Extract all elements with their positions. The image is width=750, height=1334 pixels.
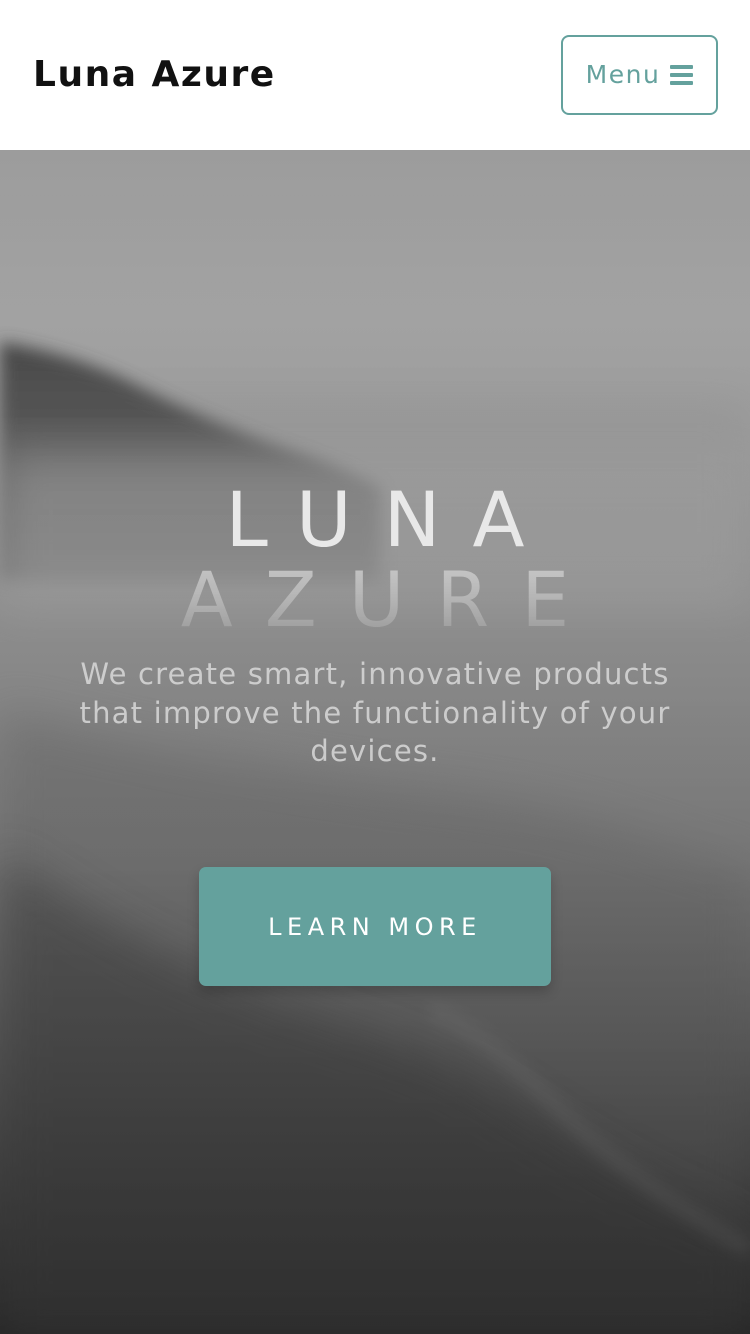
hero-title-line-2: AZURE: [0, 560, 750, 640]
bars-icon: [670, 65, 694, 85]
menu-button[interactable]: Menu: [561, 35, 718, 115]
hero-title-line-1: LUNA: [225, 475, 557, 564]
hero-section: LUNA AZURE We create smart, innovative p…: [0, 150, 750, 1334]
navbar: Luna Azure Menu: [0, 0, 750, 150]
brand-logo[interactable]: Luna Azure: [33, 50, 276, 100]
hero-subtitle: We create smart, innovative products tha…: [79, 657, 671, 768]
learn-more-button[interactable]: LEARN MORE: [199, 867, 551, 986]
menu-label: Menu: [585, 60, 661, 89]
